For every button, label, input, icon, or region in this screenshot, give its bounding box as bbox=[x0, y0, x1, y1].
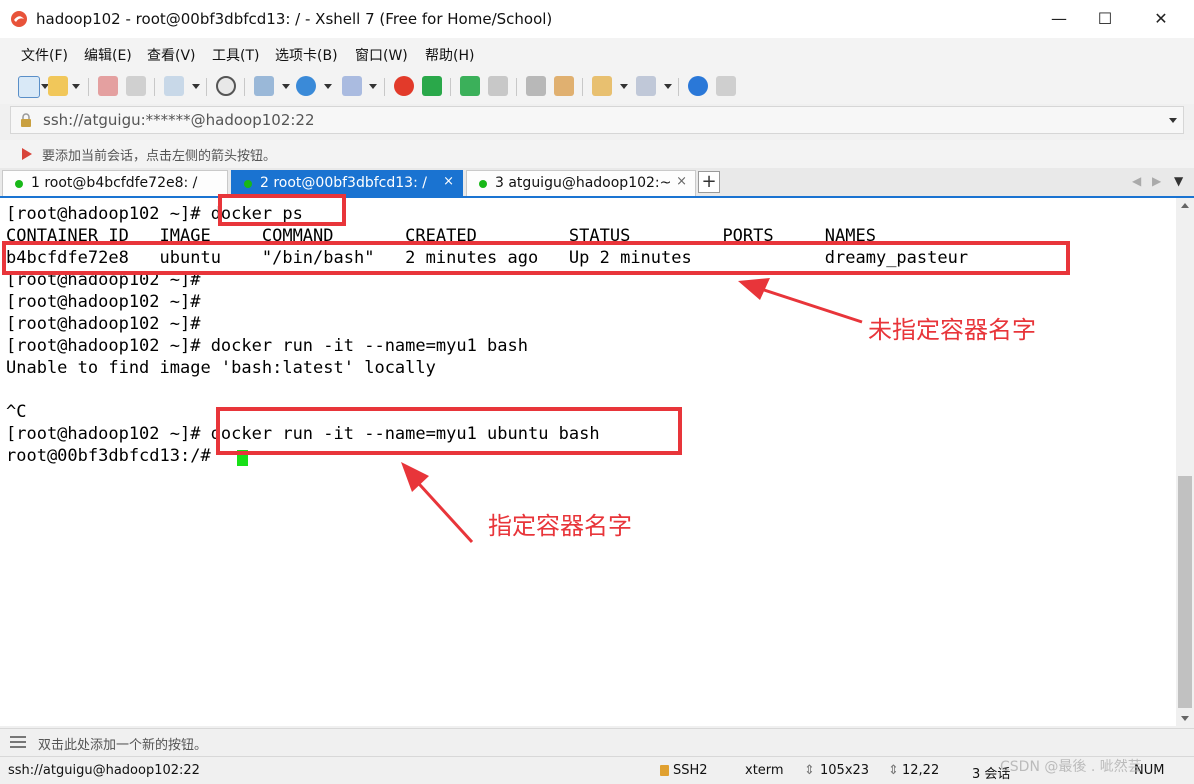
lock-icon bbox=[21, 113, 31, 127]
lock-screen-icon[interactable] bbox=[488, 76, 508, 96]
font-dropdown-icon[interactable] bbox=[369, 84, 377, 89]
toolbar-separator bbox=[516, 78, 517, 96]
toolbar-separator bbox=[88, 78, 89, 96]
status-terminal-size: 105x23 bbox=[820, 763, 870, 778]
keyboard-icon[interactable] bbox=[526, 76, 546, 96]
close-button[interactable]: ✕ bbox=[1134, 0, 1188, 38]
menu-tabs[interactable]: 选项卡(B) bbox=[275, 45, 338, 65]
xshell-logo-icon bbox=[11, 11, 27, 27]
menu-tools[interactable]: 工具(T) bbox=[212, 45, 259, 65]
tab-scroll-right-icon[interactable]: ▶ bbox=[1152, 174, 1161, 188]
tab-scroll-left-icon[interactable]: ◀ bbox=[1132, 174, 1141, 188]
csdn-watermark: CSDN @最後 . 呲然芸 bbox=[1000, 759, 1142, 775]
session-hint-bar: 要添加当前会话，点击左侧的箭头按钮。 bbox=[0, 140, 1194, 168]
status-connection: ssh://atguigu@hadoop102:22 bbox=[8, 763, 200, 778]
tab-list-dropdown-icon[interactable]: ▼ bbox=[1174, 174, 1183, 188]
status-protocol: SSH2 bbox=[673, 763, 708, 778]
transfer-dropdown-icon[interactable] bbox=[282, 84, 290, 89]
status-terminal-type: xterm bbox=[745, 763, 784, 778]
status-cursor-position: 12,22 bbox=[902, 763, 940, 778]
tab-label: 1 root@b4bcfdfe72e8: / bbox=[31, 175, 198, 191]
tab-session-3[interactable]: 3 atguigu@hadoop102:~ × bbox=[466, 170, 696, 196]
disconnect-icon[interactable] bbox=[98, 76, 118, 96]
globe-icon[interactable] bbox=[296, 76, 316, 96]
arrow-to-container-row bbox=[738, 278, 863, 324]
layout-icon[interactable] bbox=[636, 76, 656, 96]
open-dropdown-icon[interactable] bbox=[72, 84, 80, 89]
menu-help[interactable]: 帮助(H) bbox=[425, 45, 474, 65]
menu-file[interactable]: 文件(F) bbox=[21, 45, 68, 65]
tab-close-icon[interactable]: × bbox=[676, 174, 687, 189]
font-icon[interactable] bbox=[342, 76, 362, 96]
open-folder-icon[interactable] bbox=[48, 76, 68, 96]
tab-close-icon[interactable]: × bbox=[443, 174, 454, 189]
address-input[interactable]: ssh://atguigu:******@hadoop102:22 bbox=[43, 111, 315, 129]
script-icon[interactable] bbox=[592, 76, 612, 96]
terminal-scrollbar[interactable] bbox=[1176, 198, 1194, 726]
scroll-down-icon[interactable] bbox=[1181, 716, 1189, 721]
address-dropdown-icon[interactable] bbox=[1169, 118, 1177, 123]
fullscreen-icon[interactable] bbox=[460, 76, 480, 96]
terminal[interactable]: [root@hadoop102 ~]# docker ps CONTAINER … bbox=[0, 194, 1176, 726]
session-hint-text: 要添加当前会话，点击左侧的箭头按钮。 bbox=[42, 149, 277, 164]
chat-icon[interactable] bbox=[716, 76, 736, 96]
size-icon: ⇕ bbox=[804, 763, 815, 778]
globe-dropdown-icon[interactable] bbox=[324, 84, 332, 89]
connected-dot-icon bbox=[244, 180, 252, 188]
new-tab-button[interactable]: + bbox=[698, 171, 720, 193]
script-dropdown-icon[interactable] bbox=[620, 84, 628, 89]
reconnect-icon[interactable] bbox=[126, 76, 146, 96]
tab-label: 3 atguigu@hadoop102:~ bbox=[495, 175, 672, 191]
menu-view[interactable]: 查看(V) bbox=[147, 45, 196, 65]
menu-bar: 文件(F) 编辑(E) 查看(V) 工具(T) 选项卡(B) 窗口(W) 帮助(… bbox=[0, 38, 1194, 70]
tab-bar: 1 root@b4bcfdfe72e8: / 2 root@00bf3dbfcd… bbox=[0, 168, 1194, 198]
toolbar-separator bbox=[450, 78, 451, 96]
add-session-arrow-icon[interactable] bbox=[20, 147, 34, 161]
cursor-position-icon: ⇕ bbox=[888, 763, 899, 778]
menu-edit[interactable]: 编辑(E) bbox=[84, 45, 132, 65]
transfer-icon[interactable] bbox=[254, 76, 274, 96]
toolbar bbox=[0, 70, 1194, 104]
highlight-icon[interactable] bbox=[554, 76, 574, 96]
quick-command-hint: 双击此处添加一个新的按钮。 bbox=[38, 738, 208, 753]
title-bar: hadoop102 - root@00bf3dbfcd13: / - Xshel… bbox=[0, 0, 1194, 38]
new-session-icon[interactable] bbox=[18, 76, 40, 98]
properties-dropdown-icon[interactable] bbox=[192, 84, 200, 89]
connected-dot-icon bbox=[15, 180, 23, 188]
help-icon[interactable] bbox=[688, 76, 708, 96]
secure-lock-icon bbox=[660, 765, 669, 776]
window-title: hadoop102 - root@00bf3dbfcd13: / - Xshel… bbox=[36, 10, 553, 28]
xftp-icon[interactable] bbox=[422, 76, 442, 96]
xshell-icon[interactable] bbox=[394, 76, 414, 96]
toolbar-separator bbox=[678, 78, 679, 96]
maximize-button[interactable]: ☐ bbox=[1078, 0, 1132, 38]
address-bar[interactable]: ssh://atguigu:******@hadoop102:22 bbox=[10, 106, 1184, 134]
menu-lines-icon[interactable] bbox=[10, 736, 26, 748]
toolbar-separator bbox=[206, 78, 207, 96]
annotation-unnamed-container: 未指定容器名字 bbox=[868, 316, 1036, 344]
toolbar-separator bbox=[384, 78, 385, 96]
scroll-up-icon[interactable] bbox=[1181, 203, 1189, 208]
quick-command-bar[interactable]: 双击此处添加一个新的按钮。 bbox=[0, 728, 1194, 756]
scroll-thumb[interactable] bbox=[1178, 476, 1192, 708]
annotation-named-container: 指定容器名字 bbox=[488, 512, 632, 540]
connected-dot-icon bbox=[479, 180, 487, 188]
tab-label: 2 root@00bf3dbfcd13: / bbox=[260, 175, 427, 191]
toolbar-separator bbox=[154, 78, 155, 96]
properties-icon[interactable] bbox=[164, 76, 184, 96]
layout-dropdown-icon[interactable] bbox=[664, 84, 672, 89]
tab-session-2[interactable]: 2 root@00bf3dbfcd13: / × bbox=[231, 170, 463, 196]
toolbar-separator bbox=[582, 78, 583, 96]
menu-window[interactable]: 窗口(W) bbox=[355, 45, 408, 65]
find-icon[interactable] bbox=[216, 76, 236, 96]
toolbar-separator bbox=[244, 78, 245, 96]
arrow-to-run-command bbox=[401, 462, 474, 544]
tab-session-1[interactable]: 1 root@b4bcfdfe72e8: / bbox=[2, 170, 228, 196]
annotation-arrows bbox=[401, 278, 863, 544]
